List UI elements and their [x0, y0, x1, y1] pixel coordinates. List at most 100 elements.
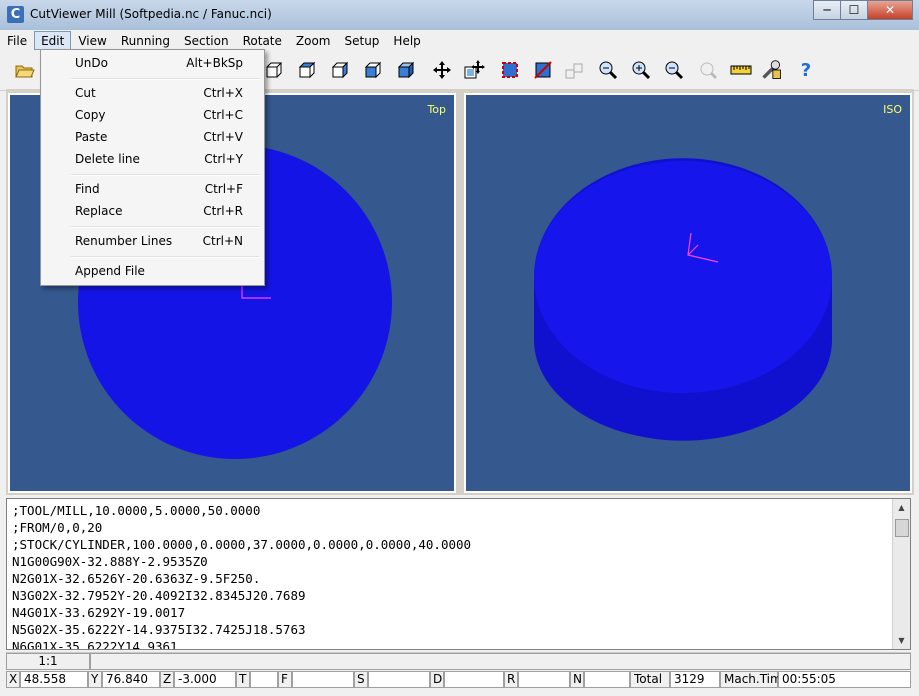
- cursor-position: 1:1: [6, 653, 90, 670]
- menu-zoom[interactable]: Zoom: [289, 31, 338, 50]
- code-line[interactable]: ;TOOL/MILL,10.0000,5.0000,50.0000: [7, 502, 910, 519]
- nc-code-editor[interactable]: ;TOOL/MILL,10.0000,5.0000,50.0000 ;FROM/…: [6, 498, 911, 650]
- menu-running[interactable]: Running: [114, 31, 177, 50]
- cube-view-5-icon[interactable]: [395, 59, 417, 81]
- menu-item-shortcut: Ctrl+C: [203, 108, 243, 122]
- s-label: S: [354, 671, 368, 688]
- y-value: 76.840: [102, 671, 160, 688]
- code-line[interactable]: N2G01X-32.6526Y-20.6363Z-9.5F250.: [7, 570, 910, 587]
- edit-menu-dropdown: UnDo Alt+BkSp Cut Ctrl+X Copy Ctrl+C Pas…: [40, 49, 265, 286]
- x-value: 48.558: [20, 671, 88, 688]
- app-icon[interactable]: C: [7, 6, 24, 23]
- d-value: [444, 671, 504, 688]
- zoom-in-icon[interactable]: [630, 59, 652, 81]
- menu-view[interactable]: View: [71, 31, 113, 50]
- code-line[interactable]: N6G01X-35.6222Y14.9361: [7, 638, 910, 649]
- cube-view-3-icon[interactable]: [329, 59, 351, 81]
- total-value: 3129: [670, 671, 720, 688]
- n-value: [584, 671, 630, 688]
- close-button[interactable]: ✕: [867, 0, 913, 20]
- r-label: R: [504, 671, 518, 688]
- menu-help[interactable]: Help: [386, 31, 427, 50]
- menu-item-copy[interactable]: Copy Ctrl+C: [41, 104, 262, 126]
- menu-item-find[interactable]: Find Ctrl+F: [41, 178, 262, 200]
- menu-item-label: Paste: [75, 130, 108, 144]
- minimize-button[interactable]: ─: [813, 0, 841, 20]
- menu-item-undo[interactable]: UnDo Alt+BkSp: [41, 52, 262, 74]
- machine-status-bar: X 48.558 Y 76.840 Z -3.000 T F S D R N T…: [6, 671, 911, 690]
- hand-pan-icon[interactable]: [463, 59, 485, 81]
- code-line[interactable]: N3G02X-32.7952Y-20.4092I32.8345J20.7689: [7, 587, 910, 604]
- menu-item-shortcut: Ctrl+F: [204, 182, 243, 196]
- tools-wrench-icon[interactable]: [761, 59, 783, 81]
- menu-item-label: Append File: [75, 264, 145, 278]
- menu-item-label: Cut: [75, 86, 96, 100]
- help-question-icon[interactable]: ?: [795, 59, 817, 81]
- title-bar: C CutViewer Mill (Softpedia.nc / Fanuc.n…: [0, 0, 919, 31]
- menu-separator: [71, 226, 259, 228]
- cube-view-2-icon[interactable]: [296, 59, 318, 81]
- ruler-icon[interactable]: [730, 59, 752, 81]
- menu-item-shortcut: Ctrl+V: [203, 130, 243, 144]
- r-value: [518, 671, 570, 688]
- total-label: Total: [630, 671, 670, 688]
- menu-file[interactable]: File: [0, 31, 34, 50]
- code-line[interactable]: N5G02X-35.6222Y-14.9375I32.7425J18.5763: [7, 621, 910, 638]
- menu-item-label: Delete line: [75, 152, 140, 166]
- menu-separator: [71, 174, 259, 176]
- iso-view[interactable]: ISO: [464, 93, 912, 493]
- menu-section[interactable]: Section: [177, 31, 236, 50]
- code-line[interactable]: N1G00G90X-32.888Y-2.9535Z0: [7, 553, 910, 570]
- menu-setup[interactable]: Setup: [337, 31, 386, 50]
- cube-view-4-icon[interactable]: [362, 59, 384, 81]
- menu-item-label: Find: [75, 182, 100, 196]
- menu-item-append-file[interactable]: Append File: [41, 260, 262, 282]
- menu-item-label: Copy: [75, 108, 106, 122]
- zoom-out-icon[interactable]: [663, 59, 685, 81]
- window-title: CutViewer Mill (Softpedia.nc / Fanuc.nci…: [30, 7, 272, 21]
- n-label: N: [570, 671, 584, 688]
- code-scrollbar[interactable]: ▲ ▼: [892, 499, 910, 649]
- menu-item-paste[interactable]: Paste Ctrl+V: [41, 126, 262, 148]
- zoom-box-red-icon[interactable]: [499, 59, 521, 81]
- scroll-down-icon[interactable]: ▼: [893, 632, 910, 649]
- code-line[interactable]: ;STOCK/CYLINDER,100.0000,0.0000,37.0000,…: [7, 536, 910, 553]
- d-label: D: [430, 671, 444, 688]
- cursor-status-bar: 1:1: [6, 652, 911, 670]
- menu-item-label: Replace: [75, 204, 123, 218]
- menu-edit[interactable]: Edit: [34, 31, 72, 50]
- menu-item-shortcut: Ctrl+R: [203, 204, 243, 218]
- menu-rotate[interactable]: Rotate: [236, 31, 289, 50]
- menu-separator: [71, 78, 259, 80]
- menu-item-replace[interactable]: Replace Ctrl+R: [41, 200, 262, 222]
- stock-cylinder-top: [534, 161, 832, 393]
- scroll-thumb[interactable]: [895, 519, 909, 537]
- section-cut-icon[interactable]: [532, 59, 554, 81]
- f-value: [292, 671, 354, 688]
- code-line[interactable]: N4G01X-33.6292Y-19.0017: [7, 604, 910, 621]
- disabled-cube-icon: [564, 59, 586, 81]
- mach-time-value: 00:55:05: [778, 671, 911, 688]
- menu-item-renumber-lines[interactable]: Renumber Lines Ctrl+N: [41, 230, 262, 252]
- pan-move-icon[interactable]: [431, 59, 453, 81]
- menu-item-shortcut: Ctrl+Y: [204, 152, 243, 166]
- menu-item-label: Renumber Lines: [75, 234, 173, 248]
- menu-item-label: UnDo: [75, 56, 108, 70]
- zoom-fit-icon[interactable]: [597, 59, 619, 81]
- t-label: T: [236, 671, 250, 688]
- z-value: -3.000: [174, 671, 236, 688]
- menu-item-shortcut: Ctrl+N: [202, 234, 243, 248]
- iso-view-canvas: [534, 158, 832, 441]
- scroll-up-icon[interactable]: ▲: [893, 499, 910, 516]
- maximize-button[interactable]: ☐: [840, 0, 868, 20]
- menu-item-delete-line[interactable]: Delete line Ctrl+Y: [41, 148, 262, 170]
- open-folder-icon[interactable]: [14, 59, 36, 81]
- menu-item-cut[interactable]: Cut Ctrl+X: [41, 82, 262, 104]
- cube-view-1-icon[interactable]: [263, 59, 285, 81]
- disabled-zoom-icon: [697, 59, 719, 81]
- mach-time-label: Mach.Tim: [720, 671, 782, 688]
- menu-bar: File Edit View Running Section Rotate Zo…: [0, 30, 919, 50]
- menu-item-shortcut: Alt+BkSp: [186, 56, 243, 70]
- s-value: [368, 671, 430, 688]
- code-line[interactable]: ;FROM/0,0,20: [7, 519, 910, 536]
